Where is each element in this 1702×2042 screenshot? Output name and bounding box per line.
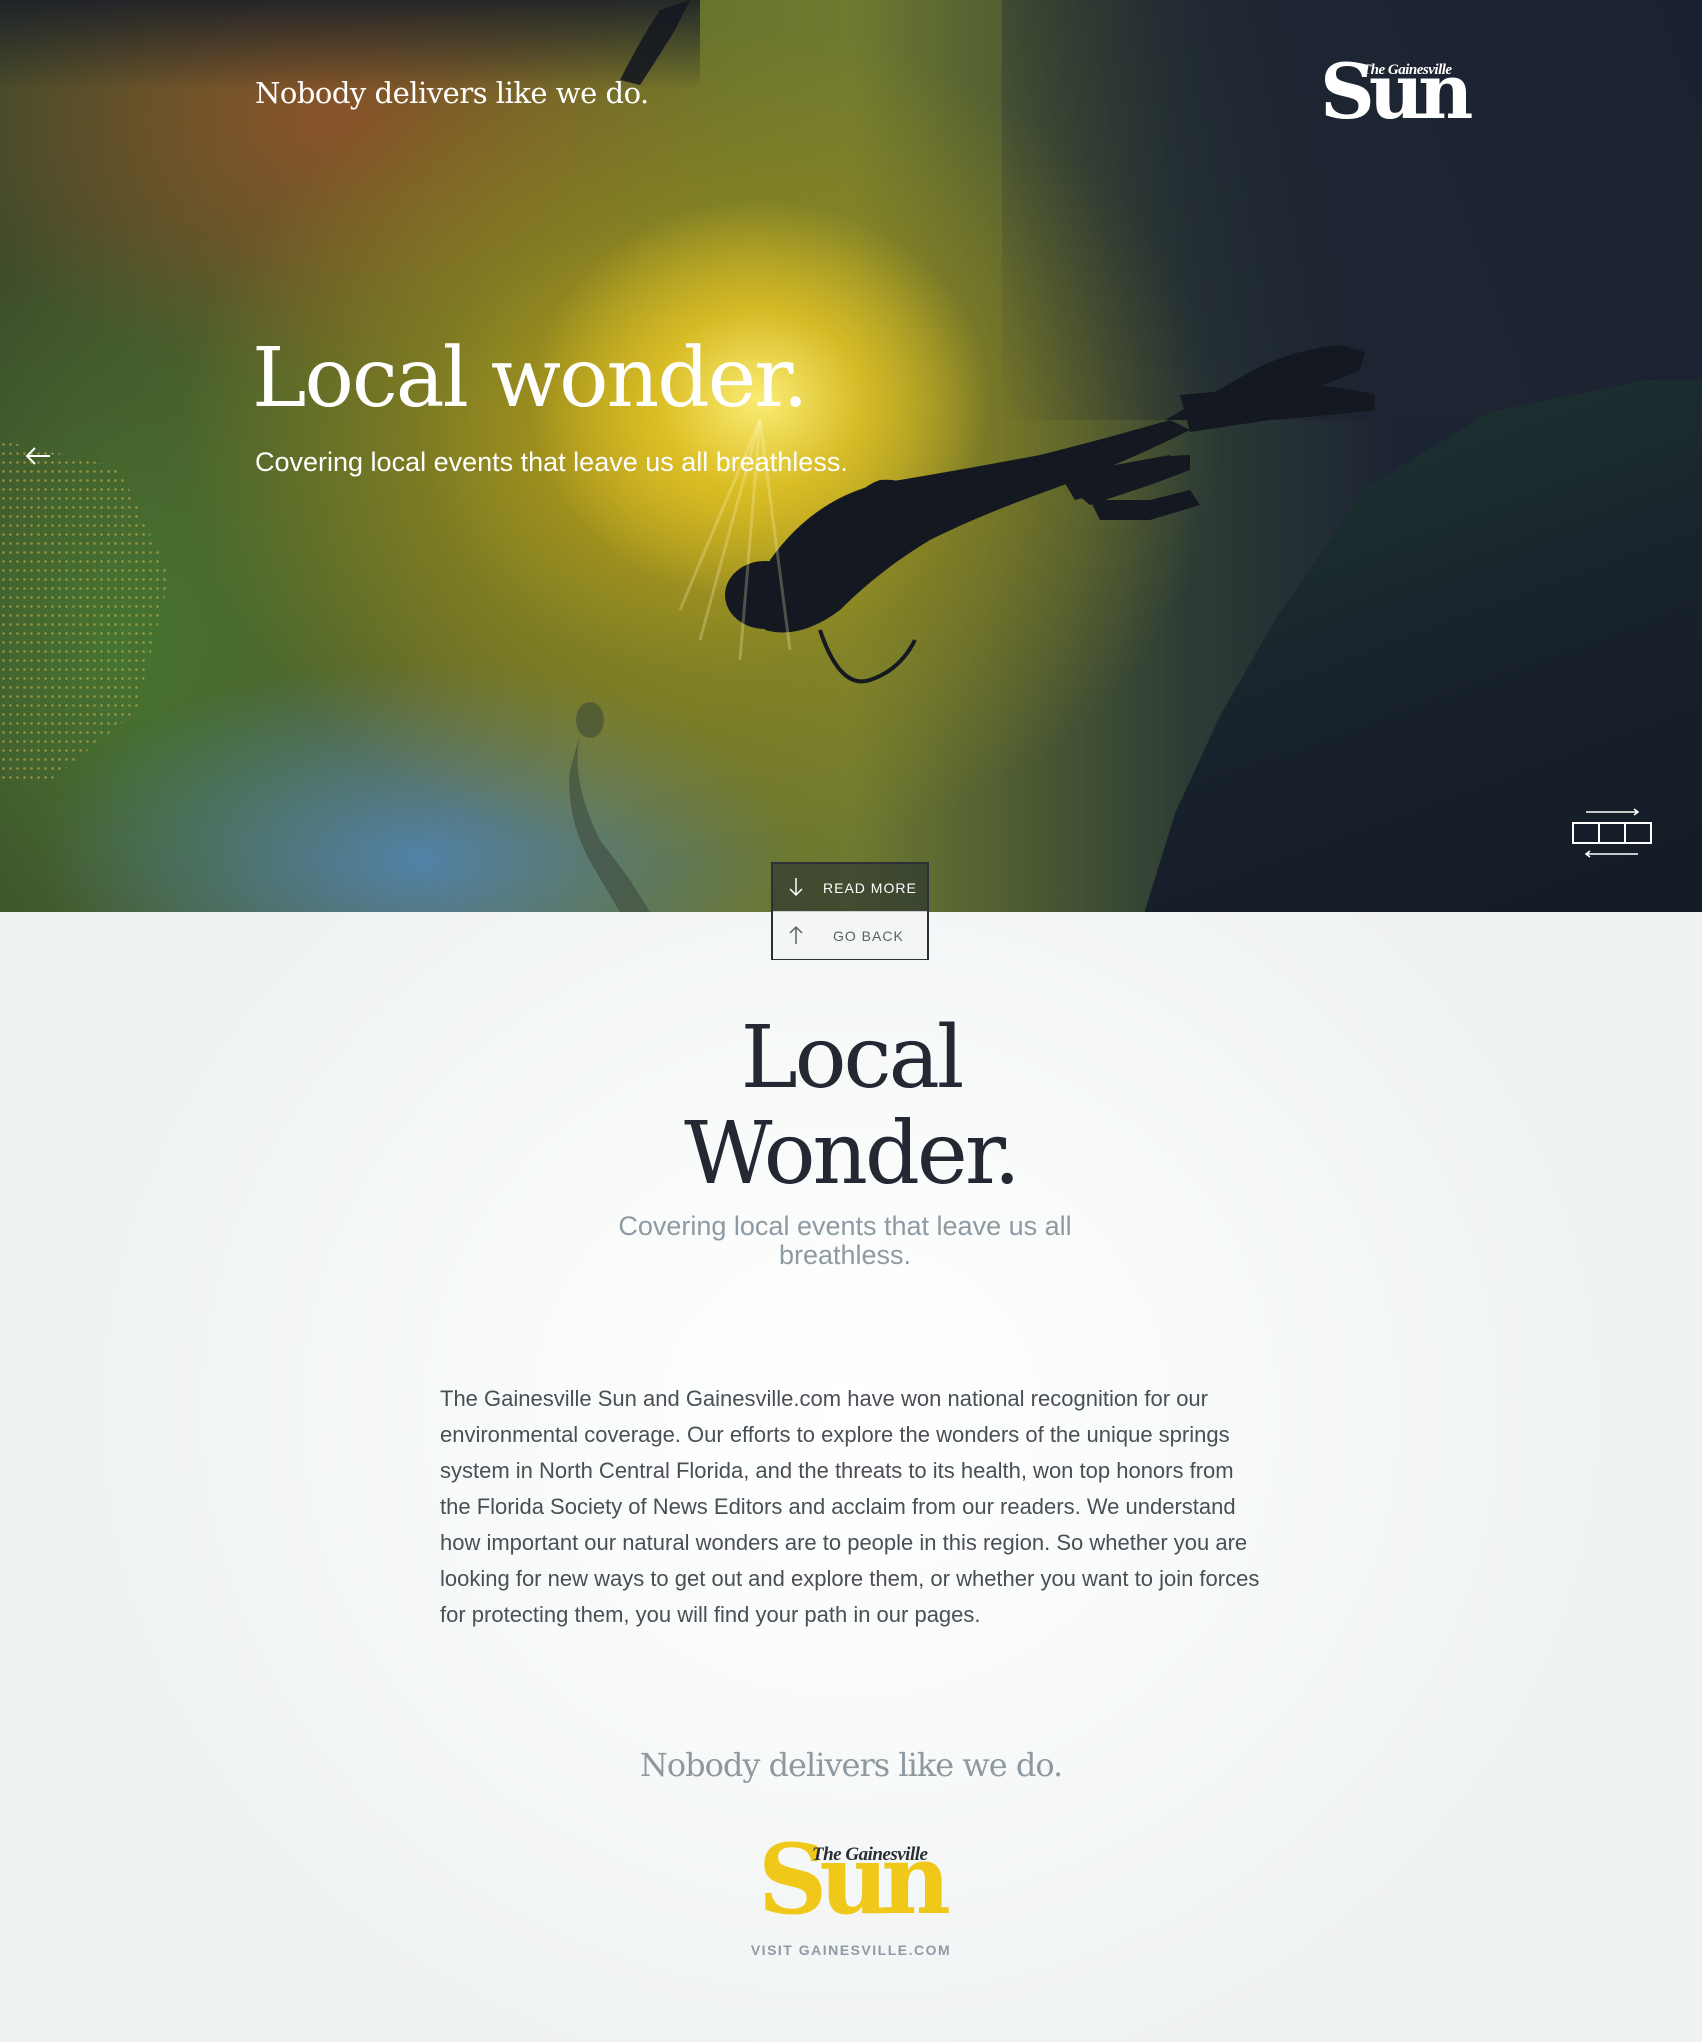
logo-the-gainesville: The Gainesville (812, 1844, 928, 1865)
read-more-label: READ MORE (823, 879, 917, 896)
hero-title: Local wonder. (252, 331, 809, 426)
content-title: Local Wonder. (0, 1010, 1702, 1202)
read-more-button[interactable]: READ MORE (773, 864, 927, 911)
gainesville-sun-logo-bottom[interactable]: Sun The Gainesville (758, 1830, 951, 1930)
slide-layout-icon[interactable] (1572, 808, 1652, 858)
visit-gainesville-link[interactable]: VISIT GAINESVILLE.COM (0, 1942, 1702, 1958)
visit-gainesville-label[interactable]: VISIT GAINESVILLE.COM (751, 1942, 951, 1958)
arrow-up-icon (789, 925, 803, 944)
go-back-button[interactable]: GO BACK (773, 911, 927, 959)
go-back-label: GO BACK (833, 927, 904, 944)
hero-section: Nobody delivers like we do. Sun The Gain… (0, 0, 1702, 912)
hero-tagline: Nobody delivers like we do. (255, 76, 649, 110)
arrow-down-icon (789, 878, 803, 897)
content-title-line1: Local (740, 1008, 965, 1108)
content-body: The Gainesville Sun and Gainesville.com … (440, 1386, 1260, 1627)
content-title-line2: Wonder. (684, 1104, 1021, 1204)
logo-the-gainesville: The Gainesville (1362, 62, 1452, 78)
arrow-left-icon[interactable] (24, 444, 52, 468)
bottom-tagline: Nobody delivers like we do. (639, 1746, 1063, 1784)
gainesville-sun-logo[interactable]: Sun The Gainesville (1320, 52, 1473, 132)
hero-subtitle: Covering local events that leave us all … (255, 447, 848, 477)
content-subtitle: Covering local events that leave us all … (618, 1211, 1072, 1270)
section-nav: READ MORE GO BACK (771, 862, 929, 960)
